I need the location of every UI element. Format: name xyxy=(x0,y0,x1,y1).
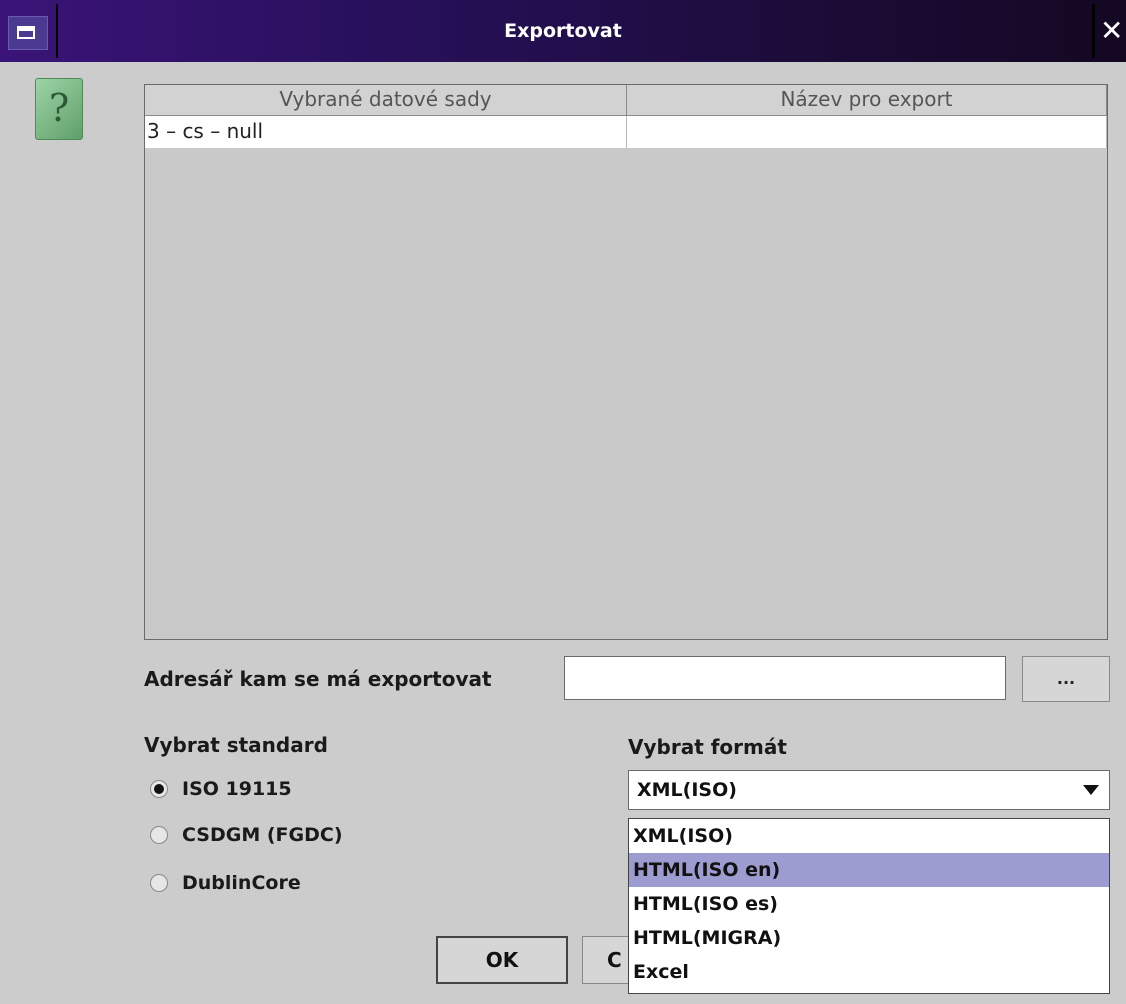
radio-label: CSDGM (FGDC) xyxy=(182,824,343,846)
dropdown-option[interactable]: HTML(MIGRA) xyxy=(629,921,1109,955)
table-header: Vybrané datové sady Název pro export xyxy=(145,85,1107,116)
browse-button[interactable]: ... xyxy=(1022,656,1110,702)
datasets-table[interactable]: Vybrané datové sady Název pro export 3 –… xyxy=(144,84,1108,640)
format-dropdown-list[interactable]: XML(ISO) HTML(ISO en) HTML(ISO es) HTML(… xyxy=(628,818,1110,994)
radio-label: DublinCore xyxy=(182,872,301,894)
column-header-export-name[interactable]: Název pro export xyxy=(627,85,1107,115)
chevron-down-icon[interactable] xyxy=(1083,785,1099,795)
table-cell-dataset[interactable]: 3 – cs – null xyxy=(145,116,627,148)
dropdown-option[interactable]: HTML(ISO es) xyxy=(629,887,1109,921)
column-header-datasets[interactable]: Vybrané datové sady xyxy=(145,85,627,115)
ok-button[interactable]: OK xyxy=(436,936,568,984)
format-label: Vybrat formát xyxy=(628,735,787,759)
dropdown-option[interactable]: XML(ISO) xyxy=(629,819,1109,853)
radio-unselected-icon[interactable] xyxy=(150,826,168,844)
dropdown-option[interactable]: Excel xyxy=(629,955,1109,989)
title-separator-right xyxy=(1092,4,1095,58)
radio-selected-icon[interactable] xyxy=(150,780,168,798)
export-directory-input[interactable] xyxy=(564,656,1006,700)
format-selected-value: XML(ISO) xyxy=(637,779,737,801)
radio-dublincore[interactable]: DublinCore xyxy=(150,868,301,898)
radio-label: ISO 19115 xyxy=(182,778,292,800)
export-directory-label: Adresář kam se má exportovat xyxy=(144,667,492,691)
close-icon[interactable]: ✕ xyxy=(1100,14,1126,48)
radio-unselected-icon[interactable] xyxy=(150,874,168,892)
radio-csdgm[interactable]: CSDGM (FGDC) xyxy=(150,820,343,850)
question-mark-icon: ? xyxy=(35,78,83,140)
dropdown-option-highlighted[interactable]: HTML(ISO en) xyxy=(629,853,1109,887)
table-cell-export-name[interactable] xyxy=(627,116,1107,148)
format-select[interactable]: XML(ISO) xyxy=(628,770,1110,810)
standard-label: Vybrat standard xyxy=(144,733,328,757)
title-bar: Exportovat ✕ xyxy=(0,0,1126,62)
export-dialog: ? Vybrané datové sady Název pro export 3… xyxy=(0,62,1126,1004)
radio-iso-19115[interactable]: ISO 19115 xyxy=(150,774,292,804)
table-row[interactable]: 3 – cs – null xyxy=(145,116,1107,148)
window-title: Exportovat xyxy=(504,20,622,42)
